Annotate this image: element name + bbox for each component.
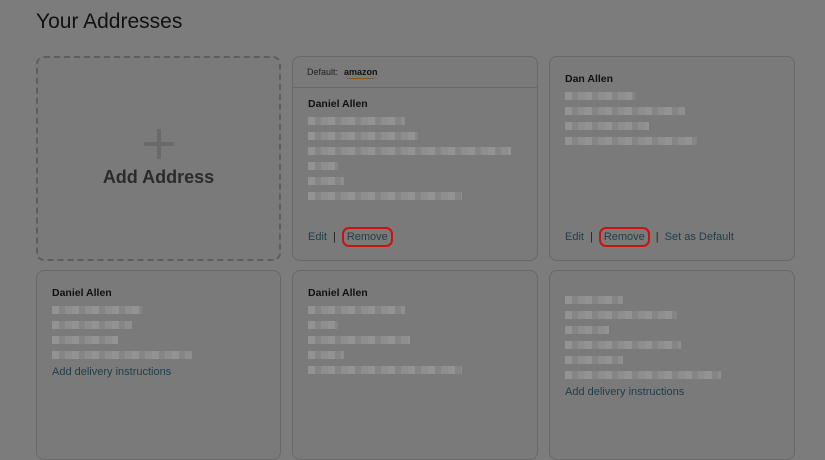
card-actions: Edit | Remove | Set as Default bbox=[565, 227, 734, 247]
amazon-logo: amazon bbox=[344, 67, 378, 79]
redacted-line bbox=[565, 122, 649, 130]
redacted-line bbox=[308, 117, 405, 125]
plus-icon bbox=[143, 129, 174, 159]
separator: | bbox=[332, 231, 336, 243]
redacted-line bbox=[308, 192, 462, 200]
address-name: Daniel Allen bbox=[308, 98, 368, 110]
redacted-line bbox=[308, 132, 418, 140]
redacted-line bbox=[565, 371, 721, 379]
redacted-line bbox=[565, 107, 685, 115]
separator: | bbox=[589, 231, 593, 243]
redacted-line bbox=[308, 306, 405, 314]
address-card: Daniel Allen Add delivery instructions bbox=[36, 270, 281, 460]
redacted-line bbox=[565, 326, 609, 334]
add-address-card[interactable]: Add Address bbox=[36, 56, 281, 261]
redacted-line bbox=[308, 162, 338, 170]
address-name: Daniel Allen bbox=[308, 287, 368, 299]
address-card: Dan Allen Edit | Remove | Set as Default bbox=[549, 56, 795, 261]
redacted-line bbox=[565, 137, 697, 145]
default-label: Default: bbox=[307, 67, 339, 77]
add-delivery-instructions-link[interactable]: Add delivery instructions bbox=[52, 366, 265, 378]
redacted-line bbox=[308, 321, 338, 329]
set-as-default-link[interactable]: Set as Default bbox=[665, 231, 734, 243]
address-name: Dan Allen bbox=[565, 73, 614, 85]
redacted-line bbox=[52, 351, 192, 359]
add-address-label: Add Address bbox=[102, 167, 215, 187]
redacted-line bbox=[52, 306, 142, 314]
remove-link[interactable]: Remove bbox=[341, 227, 393, 247]
address-card: Daniel Allen bbox=[292, 270, 538, 460]
address-card-default: Default: amazon Daniel Allen Edit | Remo… bbox=[292, 56, 538, 261]
redacted-line bbox=[52, 321, 132, 329]
redacted-line bbox=[308, 366, 462, 374]
redacted-line bbox=[52, 336, 118, 344]
redacted-line bbox=[308, 336, 410, 344]
card-actions: Edit | Remove bbox=[308, 227, 393, 247]
redacted-line bbox=[565, 311, 677, 319]
redacted-line bbox=[308, 147, 511, 155]
default-bar: Default: amazon bbox=[293, 57, 537, 88]
add-delivery-instructions-link[interactable]: Add delivery instructions bbox=[565, 386, 779, 398]
redacted-line bbox=[565, 356, 623, 364]
edit-link[interactable]: Edit bbox=[308, 231, 327, 243]
edit-link[interactable]: Edit bbox=[565, 231, 584, 243]
page-title: Your Addresses bbox=[36, 10, 183, 33]
redacted-line bbox=[308, 177, 344, 185]
redacted-line bbox=[565, 92, 635, 100]
remove-link[interactable]: Remove bbox=[598, 227, 650, 247]
separator: | bbox=[655, 231, 659, 243]
redacted-line bbox=[565, 296, 623, 304]
address-card: Add delivery instructions bbox=[549, 270, 795, 460]
redacted-line bbox=[308, 351, 344, 359]
redacted-line bbox=[565, 341, 681, 349]
address-name: Daniel Allen bbox=[52, 287, 112, 299]
